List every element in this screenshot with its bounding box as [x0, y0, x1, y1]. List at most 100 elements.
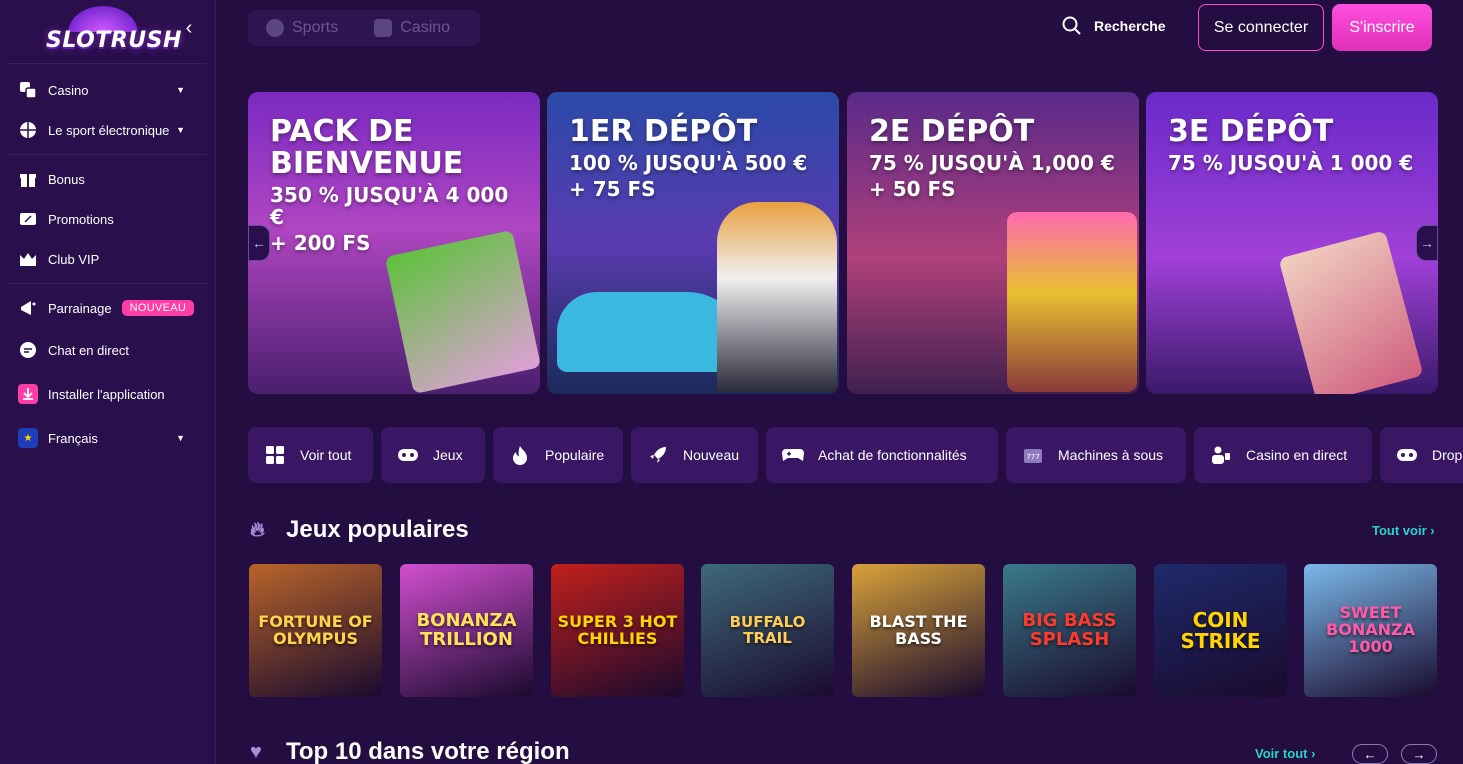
- download-icon: [18, 384, 38, 404]
- game-title: SWEET BONANZA 1000: [1326, 603, 1415, 656]
- category-voir-tout[interactable]: Voir tout: [248, 427, 373, 483]
- flame-icon: 🔥︎: [250, 518, 265, 541]
- category-label: Nouveau: [683, 447, 740, 463]
- sidebar-item-casino[interactable]: Casino ▼: [8, 70, 207, 110]
- category-label: Casino en direct: [1246, 447, 1348, 463]
- game-tile[interactable]: BONANZA TRILLION: [400, 564, 533, 697]
- collapse-sidebar-button[interactable]: ‹: [179, 16, 199, 40]
- game-tile[interactable]: SUPER 3 HOT CHILLIES: [551, 564, 684, 697]
- search-button[interactable]: Recherche: [1062, 16, 1166, 36]
- tab-label: Casino: [400, 19, 451, 36]
- eu-flag-icon: ★: [18, 428, 38, 448]
- flame-icon: [509, 444, 531, 466]
- banner-extra: + 75 FS: [569, 177, 656, 201]
- game-tile[interactable]: FORTUNE OF OLYMPUS: [249, 564, 382, 697]
- promo-banner-second-deposit[interactable]: 2E DÉPÔT 75 % JUSQU'À 1,000 € + 50 FS: [847, 92, 1139, 394]
- sidebar-nav: Casino ▼ Le sport électronique ▼ Bonus P…: [0, 64, 215, 466]
- top10-title: ♥ Top 10 dans votre région: [250, 738, 570, 764]
- banner-subtitle: 75 % JUSQU'À 1 000 €: [1168, 151, 1414, 175]
- banner-prev-button[interactable]: ←: [248, 225, 270, 261]
- brand-logo[interactable]: SLOTRUSH: [46, 28, 182, 53]
- dealer-icon: [1210, 444, 1232, 466]
- banner-extra: + 200 FS: [270, 231, 371, 255]
- banner-title: 2E DÉPÔT: [869, 114, 1035, 149]
- category-label: Populaire: [545, 447, 605, 463]
- category-drop[interactable]: Drop: [1380, 427, 1463, 483]
- promo-banner-welcome[interactable]: PACK DE BIENVENUE 350 % JUSQU'À 4 000 € …: [248, 92, 540, 394]
- category-label: Achat de fonctionnalités: [818, 447, 967, 463]
- sidebar-item-chat[interactable]: Chat en direct: [8, 328, 207, 372]
- controller-icon: [782, 444, 804, 466]
- category-label: Machines à sous: [1058, 447, 1164, 463]
- category-populaire[interactable]: Populaire: [493, 427, 623, 483]
- category-label: Drop: [1432, 447, 1463, 463]
- ball-icon: [266, 19, 284, 37]
- sidebar-item-install-app[interactable]: Installer l'application: [8, 372, 207, 416]
- rocket-icon: [647, 444, 669, 466]
- sidebar-item-language[interactable]: ★ Français ▼: [8, 416, 207, 460]
- category-label: Jeux: [433, 447, 463, 463]
- game-title: BUFFALO TRAIL: [729, 612, 806, 647]
- sidebar: SLOTRUSH ‹ Casino ▼ Le sport électroniqu…: [0, 0, 216, 764]
- top10-prev-button[interactable]: ←: [1352, 744, 1388, 764]
- sidebar-item-bonus[interactable]: Bonus: [8, 159, 207, 199]
- sidebar-item-label: Installer l'application: [48, 386, 165, 402]
- banner-subtitle: 75 % JUSQU'À 1,000 €: [869, 151, 1115, 175]
- category-bar: Voir tout Jeux Populaire Nouveau Achat d…: [248, 427, 1463, 483]
- tab-label: Sports: [292, 19, 339, 36]
- gamepad-icon: [397, 444, 419, 466]
- game-tile[interactable]: BLAST THE BASS: [852, 564, 985, 697]
- category-achat-fonctionnalites[interactable]: Achat de fonctionnalités: [766, 427, 998, 483]
- popular-games-title: 🔥︎ Jeux populaires: [250, 516, 469, 544]
- gamepad-icon: [1396, 444, 1418, 466]
- category-nouveau[interactable]: Nouveau: [631, 427, 758, 483]
- category-machines-a-sous[interactable]: 777 Machines à sous: [1006, 427, 1186, 483]
- banner-next-button[interactable]: →: [1416, 225, 1438, 261]
- see-all-top10-link[interactable]: Voir tout ›: [1255, 746, 1315, 761]
- slot-machine-icon: 777: [1022, 444, 1044, 466]
- see-all-popular-link[interactable]: Tout voir ›: [1372, 523, 1435, 538]
- game-title: BIG BASS SPLASH: [1022, 609, 1117, 650]
- banner-title: 3E DÉPÔT: [1168, 114, 1334, 149]
- megaphone-icon: [18, 298, 38, 318]
- game-title: BLAST THE BASS: [869, 611, 968, 648]
- tab-casino[interactable]: Casino: [356, 19, 468, 37]
- banner-subtitle: 100 % JUSQU'À 500 €: [569, 151, 808, 175]
- caret-down-icon: ▼: [176, 85, 185, 95]
- game-tile[interactable]: BIG BASS SPLASH: [1003, 564, 1136, 697]
- treasure-chest-image: [1007, 212, 1137, 392]
- caret-down-icon: ▼: [176, 433, 185, 443]
- game-tile[interactable]: SWEET BONANZA 1000: [1304, 564, 1437, 697]
- game-title: SUPER 3 HOT CHILLIES: [557, 611, 678, 648]
- promo-banner-third-deposit[interactable]: 3E DÉPÔT 75 % JUSQU'À 1 000 €: [1146, 92, 1438, 394]
- banner-title: PACK DE BIENVENUE: [270, 114, 464, 181]
- top10-next-button[interactable]: →: [1401, 744, 1437, 764]
- category-casino-en-direct[interactable]: Casino en direct: [1194, 427, 1372, 483]
- sidebar-item-promotions[interactable]: Promotions: [8, 199, 207, 239]
- svg-text:777: 777: [1026, 453, 1039, 461]
- sidebar-item-label: Chat en direct: [48, 342, 129, 358]
- tab-sports[interactable]: Sports: [248, 19, 356, 37]
- divider: [8, 283, 207, 284]
- signup-button[interactable]: S'inscrire: [1332, 4, 1432, 51]
- game-tile[interactable]: BUFFALO TRAIL: [701, 564, 834, 697]
- category-label: Voir tout: [300, 447, 352, 463]
- promo-banner-first-deposit[interactable]: 1ER DÉPÔT 100 % JUSQU'À 500 € + 75 FS: [547, 92, 839, 394]
- game-title: COIN STRIKE: [1180, 607, 1261, 653]
- sidebar-item-referral[interactable]: Parrainage NOUVEAU: [8, 288, 207, 328]
- caret-down-icon: ▼: [176, 125, 185, 135]
- game-title: FORTUNE OF OLYMPUS: [258, 611, 373, 648]
- money-case-image: [384, 230, 540, 394]
- sidebar-item-label: Promotions: [48, 211, 114, 227]
- divider: [8, 154, 207, 155]
- sidebar-item-esports[interactable]: Le sport électronique ▼: [8, 110, 207, 150]
- game-tile[interactable]: COIN STRIKE: [1154, 564, 1287, 697]
- game-title: BONANZA TRILLION: [416, 609, 517, 650]
- search-label: Recherche: [1094, 18, 1166, 34]
- character-image: [717, 202, 837, 392]
- login-button[interactable]: Se connecter: [1198, 4, 1324, 51]
- sidebar-item-vip[interactable]: Club VIP: [8, 239, 207, 279]
- heart-icon: ♥: [250, 740, 262, 763]
- sidebar-item-label: Casino: [48, 82, 89, 98]
- category-jeux[interactable]: Jeux: [381, 427, 485, 483]
